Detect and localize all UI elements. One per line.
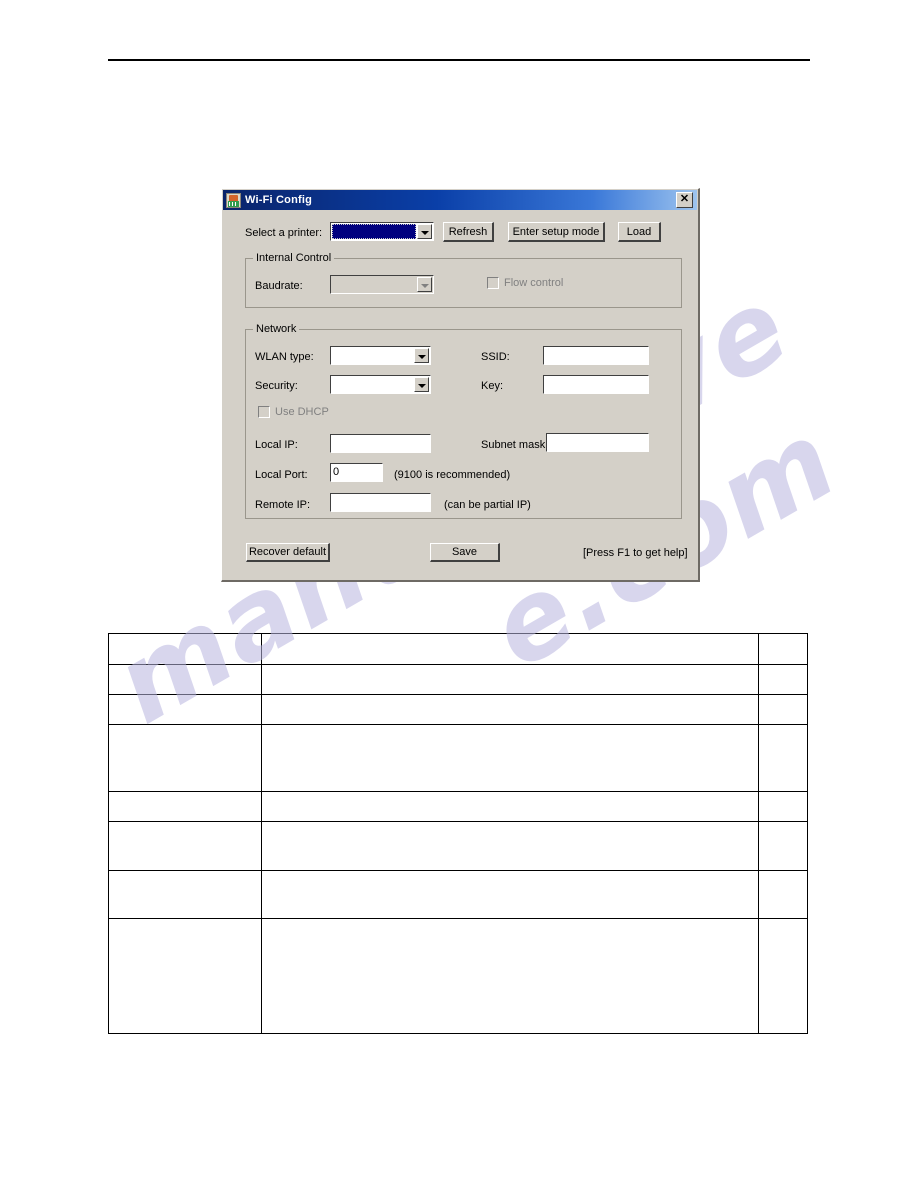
remote-ip-label: Remote IP: xyxy=(255,499,311,511)
select-printer-label: Select a printer: xyxy=(245,227,323,239)
table-cell xyxy=(261,918,759,1034)
checkbox-box xyxy=(258,406,270,418)
table-cell xyxy=(108,633,262,665)
subnet-mask-input[interactable] xyxy=(546,433,649,452)
table-row xyxy=(108,664,808,695)
table-row xyxy=(108,870,808,919)
load-button[interactable]: Load xyxy=(618,222,661,242)
wifi-config-dialog: Wi-Fi Config ✕ Select a printer: Refresh… xyxy=(221,188,700,582)
page-header-rule xyxy=(108,59,810,61)
security-select[interactable] xyxy=(330,375,431,394)
chevron-down-icon[interactable] xyxy=(414,348,429,363)
table-body xyxy=(108,633,808,1034)
enter-setup-mode-button[interactable]: Enter setup mode xyxy=(508,222,605,242)
refresh-button[interactable]: Refresh xyxy=(443,222,494,242)
content-table xyxy=(108,633,808,1034)
table-row xyxy=(108,918,808,1034)
table-row xyxy=(108,821,808,871)
table-cell xyxy=(108,791,262,822)
network-group-title: Network xyxy=(253,323,300,335)
remote-ip-input[interactable] xyxy=(330,493,431,512)
close-button[interactable]: ✕ xyxy=(676,192,693,208)
checkbox-box xyxy=(487,277,499,289)
ssid-input[interactable] xyxy=(543,346,649,365)
chevron-down-icon[interactable] xyxy=(417,277,432,292)
dialog-title: Wi-Fi Config xyxy=(245,194,313,206)
flow-control-label: Flow control xyxy=(504,277,564,289)
close-icon: ✕ xyxy=(679,193,690,205)
table-cell xyxy=(758,870,808,919)
table-cell xyxy=(108,724,262,792)
baudrate-select[interactable] xyxy=(330,275,434,294)
table-row xyxy=(108,791,808,822)
baudrate-label: Baudrate: xyxy=(255,280,303,292)
wlan-type-select[interactable] xyxy=(330,346,431,365)
table-cell xyxy=(261,724,759,792)
local-port-label: Local Port: xyxy=(255,469,308,481)
use-dhcp-checkbox[interactable]: Use DHCP xyxy=(258,406,329,418)
table-cell xyxy=(758,633,808,665)
dialog-title-bar[interactable]: Wi-Fi Config ✕ xyxy=(223,190,697,210)
table-cell xyxy=(108,918,262,1034)
wifi-config-app-icon xyxy=(226,192,241,208)
table-cell xyxy=(758,918,808,1034)
local-ip-input[interactable] xyxy=(330,434,431,453)
use-dhcp-label: Use DHCP xyxy=(275,406,329,418)
table-cell xyxy=(261,664,759,695)
table-cell xyxy=(758,694,808,725)
printer-select-value xyxy=(332,224,416,239)
table-cell xyxy=(108,694,262,725)
table-cell xyxy=(261,694,759,725)
table-row xyxy=(108,633,808,665)
table-cell xyxy=(108,870,262,919)
save-button[interactable]: Save xyxy=(430,543,500,562)
internal-control-group: Internal Control xyxy=(245,252,682,308)
local-port-input[interactable]: 0 xyxy=(330,463,383,482)
internal-control-group-title: Internal Control xyxy=(253,252,335,264)
flow-control-checkbox[interactable]: Flow control xyxy=(487,277,563,289)
chevron-down-icon[interactable] xyxy=(417,224,432,239)
ssid-label: SSID: xyxy=(481,351,510,363)
table-cell xyxy=(261,821,759,871)
key-label: Key: xyxy=(481,380,504,392)
table-cell xyxy=(758,791,808,822)
table-cell xyxy=(758,724,808,792)
table-cell xyxy=(261,633,759,665)
recover-default-button[interactable]: Recover default xyxy=(246,543,330,562)
table-cell xyxy=(108,821,262,871)
help-hint: [Press F1 to get help] xyxy=(583,547,688,559)
key-input[interactable] xyxy=(543,375,649,394)
security-label: Security: xyxy=(255,380,298,392)
table-cell xyxy=(108,664,262,695)
table-row xyxy=(108,694,808,725)
local-ip-label: Local IP: xyxy=(255,439,298,451)
chevron-down-icon[interactable] xyxy=(414,377,429,392)
printer-select[interactable] xyxy=(330,222,434,241)
table-row xyxy=(108,724,808,792)
remote-ip-hint: (can be partial IP) xyxy=(444,499,531,511)
wlan-type-label: WLAN type: xyxy=(255,351,314,363)
table-cell xyxy=(758,821,808,871)
table-cell xyxy=(261,791,759,822)
table-cell xyxy=(758,664,808,695)
local-port-hint: (9100 is recommended) xyxy=(394,469,511,481)
table-cell xyxy=(261,870,759,919)
subnet-mask-label: Subnet mask: xyxy=(481,439,549,451)
